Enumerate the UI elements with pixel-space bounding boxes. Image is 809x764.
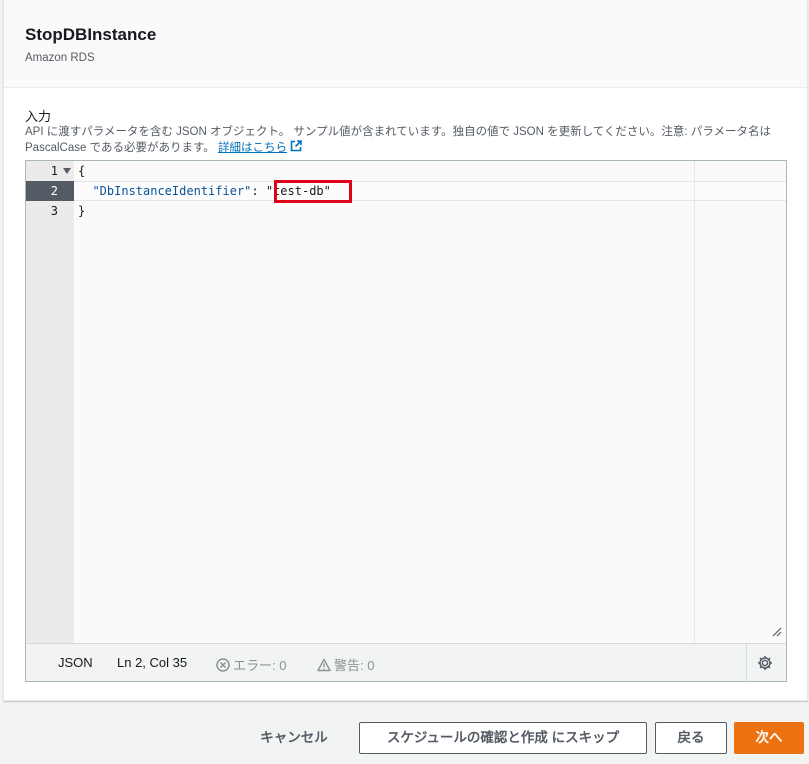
code-line-3[interactable]: } <box>78 201 85 221</box>
back-button[interactable]: 戻る <box>655 722 727 754</box>
line-number: 3 <box>50 204 58 218</box>
page-subtitle: Amazon RDS <box>25 52 95 64</box>
code-line-1[interactable]: { <box>78 161 85 181</box>
language-indicator: JSON <box>58 655 93 670</box>
learn-more-label: 詳細はこちら <box>218 142 287 154</box>
step-panel: StopDBInstance Amazon RDS 入力 API に渡すパラメー… <box>3 0 808 701</box>
description-text: API に渡すパラメータを含む JSON オブジェクト。 サンプル値が含まれてい… <box>25 126 771 154</box>
next-button[interactable]: 次へ <box>734 722 804 754</box>
error-icon <box>216 658 230 672</box>
learn-more-link[interactable]: 詳細はこちら <box>218 140 302 154</box>
json-key: "DbInstanceIdentifier" <box>92 184 252 198</box>
fold-arrow-icon[interactable] <box>63 168 71 174</box>
input-label: 入力 <box>25 109 52 124</box>
line-number-active: 2 <box>26 181 74 201</box>
warning-icon <box>317 658 331 672</box>
page-title: StopDBInstance <box>25 25 157 44</box>
warnings-count: 警告: 0 <box>334 658 375 673</box>
resize-grip-icon[interactable] <box>772 627 782 637</box>
editor-gutter: 1 2 3 <box>26 161 74 643</box>
json-code-editor[interactable]: 1 2 3 { "DbInstanceIdentifier": "test-db… <box>25 160 787 682</box>
code-text: } <box>78 204 86 218</box>
code-text: { <box>78 164 86 178</box>
errors-indicator[interactable]: エラー: 0 <box>216 655 286 674</box>
print-margin <box>694 161 695 643</box>
status-divider <box>746 644 747 682</box>
panel-header: StopDBInstance Amazon RDS <box>4 0 807 88</box>
cancel-button[interactable]: キャンセル <box>245 722 343 754</box>
cursor-position: Ln 2, Col 35 <box>117 655 188 670</box>
skip-to-review-button[interactable]: スケジュールの確認と作成 にスキップ <box>359 722 647 754</box>
json-separator: : <box>251 184 266 198</box>
gear-icon[interactable] <box>757 655 773 671</box>
external-link-icon <box>290 140 302 152</box>
input-description: API に渡すパラメータを含む JSON オブジェクト。 サンプル値が含まれてい… <box>25 124 785 156</box>
editor-status-bar: JSON Ln 2, Col 35 エラー: 0 警告: 0 <box>26 643 786 682</box>
warnings-indicator[interactable]: 警告: 0 <box>317 655 374 674</box>
errors-count: エラー: 0 <box>233 658 287 673</box>
value-highlight-box <box>274 180 352 203</box>
